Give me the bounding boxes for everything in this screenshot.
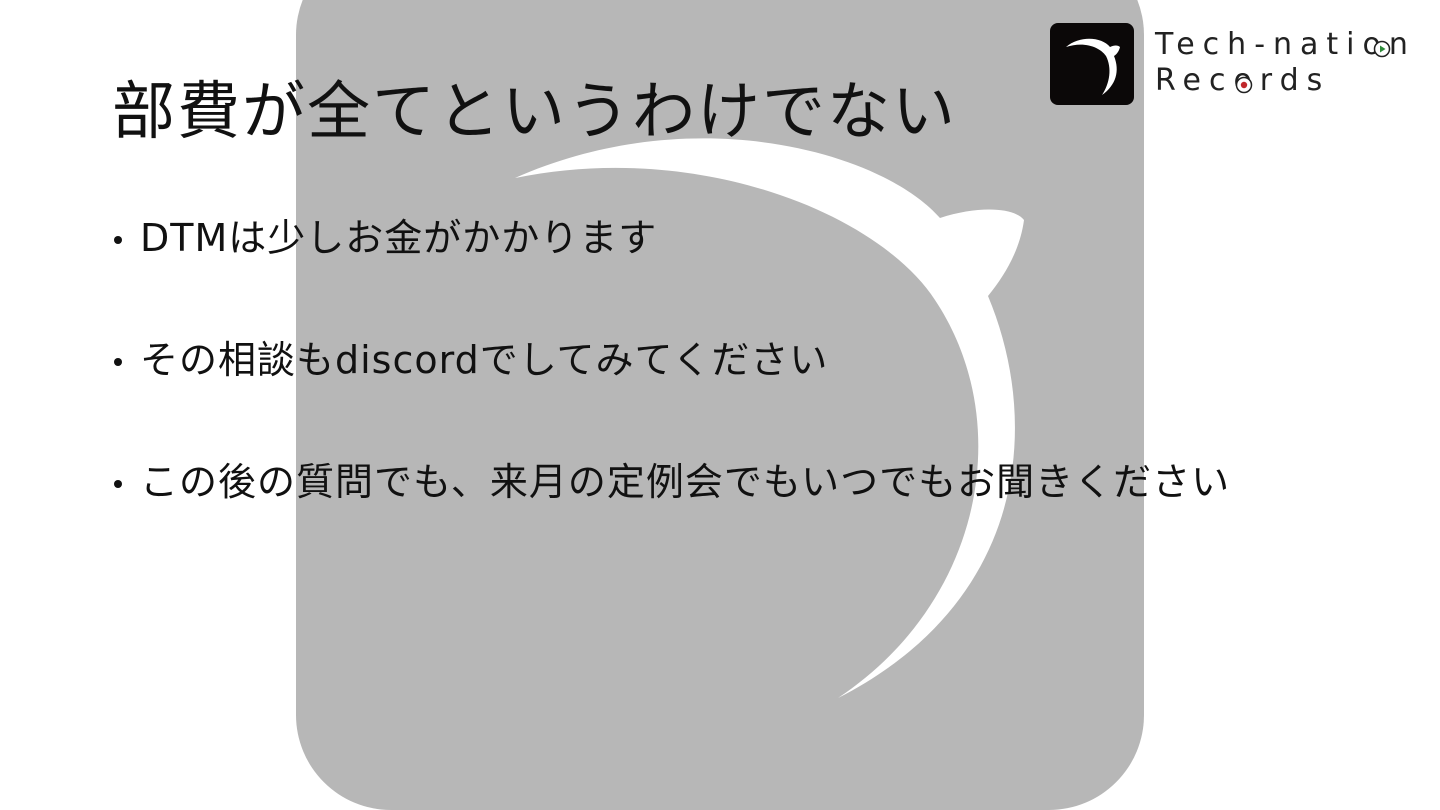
slide-title: 部費が全てというわけでない [112,75,957,148]
bullet-item: この後の質問でも、来月の定例会でもいつでもお聞きください [112,456,1230,578]
bullet-item: その相談もdiscordでしてみてください [112,334,1230,456]
bullet-list: DTMは少しお金がかかります その相談もdiscordでしてみてください この後… [112,212,1230,578]
crescent-logo-icon [1050,23,1134,105]
play-accent-icon [1373,40,1391,58]
logo-wordmark: Tech-nation Records [1155,27,1416,99]
logo-line-2: Records [1155,63,1416,99]
bullet-item: DTMは少しお金がかかります [112,212,1230,334]
tech-nation-records-logo: Tech-nation Records [1050,23,1410,107]
slide: 部費が全てというわけでない DTMは少しお金がかかります その相談もdiscor… [0,0,1440,810]
record-accent-icon [1235,76,1253,94]
